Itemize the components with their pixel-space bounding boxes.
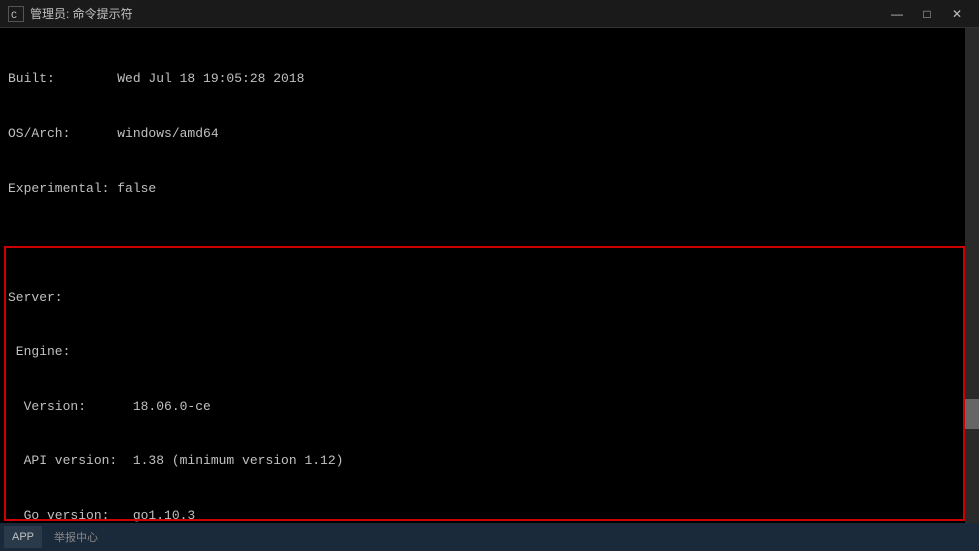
terminal-content: Built: Wed Jul 18 19:05:28 2018 OS/Arch:… — [8, 34, 971, 523]
taskbar: APP 举报中心 — [0, 523, 979, 551]
title-bar-left: C 管理员: 命令提示符 — [8, 5, 133, 22]
scrollbar-thumb[interactable] — [965, 399, 979, 429]
taskbar-app-item[interactable]: APP — [4, 526, 42, 548]
close-button[interactable]: ✕ — [943, 4, 971, 24]
terminal-line: Built: Wed Jul 18 19:05:28 2018 — [8, 70, 971, 88]
terminal-line: Version: 18.06.0-ce — [8, 398, 971, 416]
terminal-line: Experimental: false — [8, 180, 971, 198]
maximize-button[interactable]: □ — [913, 4, 941, 24]
title-text: 管理员: 命令提示符 — [30, 5, 133, 22]
terminal-line: Go version: go1.10.3 — [8, 507, 971, 523]
title-bar: C 管理员: 命令提示符 — □ ✕ — [0, 0, 979, 28]
terminal-line: Server: — [8, 289, 971, 307]
svg-text:C: C — [11, 11, 17, 21]
terminal: Built: Wed Jul 18 19:05:28 2018 OS/Arch:… — [0, 28, 979, 523]
terminal-line: Engine: — [8, 343, 971, 361]
scrollbar[interactable] — [965, 28, 979, 523]
window-controls: — □ ✕ — [883, 4, 971, 24]
terminal-line: API version: 1.38 (minimum version 1.12) — [8, 452, 971, 470]
minimize-button[interactable]: — — [883, 4, 911, 24]
terminal-line — [8, 234, 971, 252]
terminal-line: OS/Arch: windows/amd64 — [8, 125, 971, 143]
cmd-icon: C — [8, 6, 24, 22]
taskbar-report-item[interactable]: 举报中心 — [46, 527, 106, 547]
